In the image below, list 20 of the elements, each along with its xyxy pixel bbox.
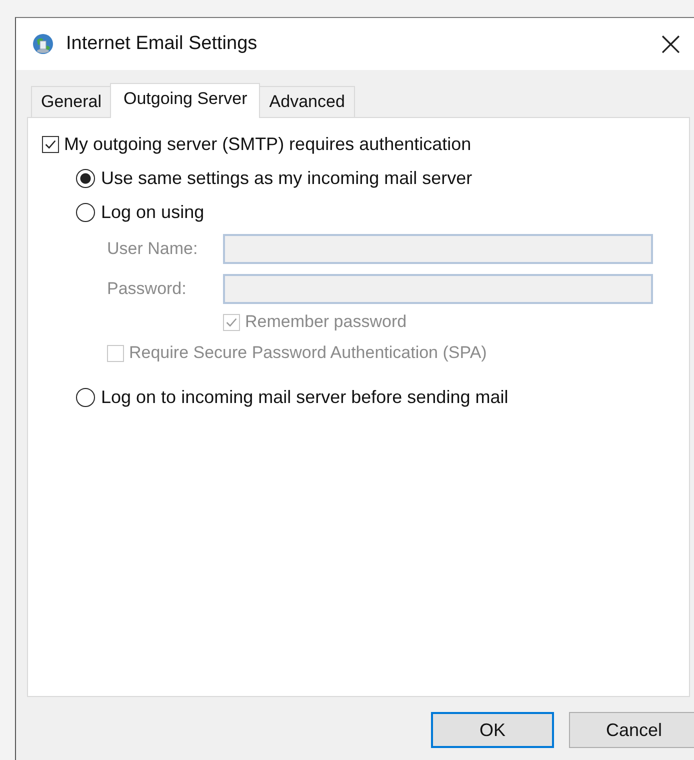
ok-button[interactable]: OK	[431, 712, 554, 748]
checkbox-label: Require Secure Password Authentication (SPA)	[129, 343, 487, 363]
tab[interactable]: Advanced	[259, 86, 355, 117]
window-title: Internet Email Settings	[66, 33, 258, 55]
tab[interactable]: General	[31, 86, 112, 117]
cancel-button[interactable]: Cancel	[569, 712, 694, 748]
radio-label: Log on to incoming mail server before sending mail	[101, 387, 508, 408]
radio-button[interactable]	[76, 203, 95, 222]
checkbox[interactable]	[42, 136, 59, 153]
tab[interactable]: Outgoing Server	[110, 83, 260, 118]
globe-icon	[31, 32, 55, 56]
checkbox-label: Remember password	[245, 312, 407, 332]
field-label: Password:	[107, 279, 188, 299]
checkbox-label: My outgoing server (SMTP) requires authentication	[64, 134, 472, 155]
close-button[interactable]: ×	[656, 27, 685, 61]
radio-button[interactable]	[76, 388, 95, 407]
radio-label: Log on using	[101, 202, 204, 223]
radio-label: Use same settings as my incoming mail server	[101, 168, 472, 189]
field-label: User Name:	[107, 239, 199, 259]
radio-button[interactable]	[76, 169, 95, 188]
